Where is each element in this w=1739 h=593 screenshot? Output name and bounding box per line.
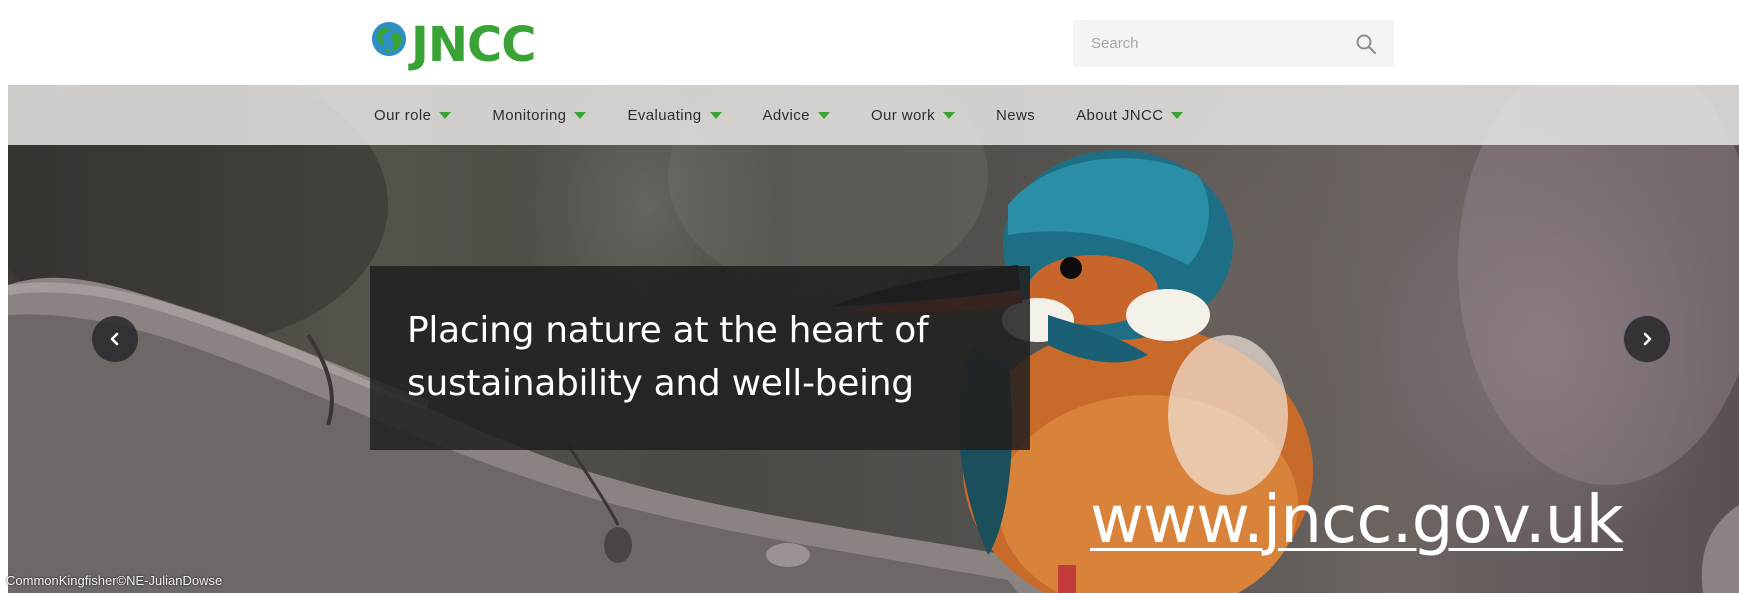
nav-item-advice[interactable]: Advice (763, 85, 830, 145)
caret-down-icon (817, 111, 830, 119)
slide-caption[interactable]: Placing nature at the heart of sustainab… (370, 266, 1030, 450)
globe-logo-icon (371, 21, 407, 57)
website-url-link[interactable]: www.jncc.gov.uk (1090, 482, 1624, 558)
nav-item-about-jncc[interactable]: About JNCC (1076, 85, 1184, 145)
nav-item-evaluating[interactable]: Evaluating (627, 85, 722, 145)
nav-item-monitoring[interactable]: Monitoring (492, 85, 587, 145)
nav-item-our-work[interactable]: Our work (871, 85, 955, 145)
image-credit: CommonKingfisher©NE-JulianDowse (6, 573, 223, 588)
caret-down-icon (1171, 111, 1184, 119)
nav-item-news[interactable]: News (996, 85, 1035, 145)
nav-item-our-role[interactable]: Our role (374, 85, 452, 145)
search-icon (1356, 34, 1377, 54)
nav-item-label: Our work (870, 106, 935, 124)
search-button[interactable] (1338, 20, 1394, 67)
caret-down-icon (439, 111, 452, 119)
site-header: JNCC (0, 0, 1739, 85)
caret-down-icon (942, 111, 955, 119)
logo-wordmark: JNCC (411, 17, 536, 73)
main-navigation: Our role Monitoring Evaluating Advice Ou… (8, 85, 1739, 145)
caret-down-icon (574, 111, 587, 119)
nav-item-label: Our role (374, 106, 432, 124)
search-box (1073, 20, 1394, 67)
chevron-right-icon (1643, 332, 1652, 346)
carousel-next-button[interactable] (1624, 316, 1670, 362)
page: JNCC Search Our role Monitoring Evaluati… (0, 0, 1739, 593)
nav-item-label: Advice (762, 106, 810, 124)
nav-item-label: Evaluating (627, 106, 702, 124)
jncc-logo[interactable]: JNCC (370, 17, 536, 73)
slide-caption-text: Placing nature at the heart of sustainab… (407, 304, 994, 410)
caret-down-icon (709, 111, 722, 119)
caption-line-2: sustainability and well-being (407, 363, 914, 404)
nav-list: Our role Monitoring Evaluating Advice Ou… (374, 85, 1184, 145)
search-input[interactable] (1073, 20, 1338, 67)
carousel-prev-button[interactable] (92, 316, 138, 362)
nav-item-label: News (995, 106, 1036, 124)
chevron-left-icon (110, 332, 119, 346)
nav-item-label: Monitoring (492, 106, 567, 124)
caption-line-1: Placing nature at the heart of (407, 310, 929, 351)
nav-item-label: About JNCC (1076, 106, 1164, 124)
